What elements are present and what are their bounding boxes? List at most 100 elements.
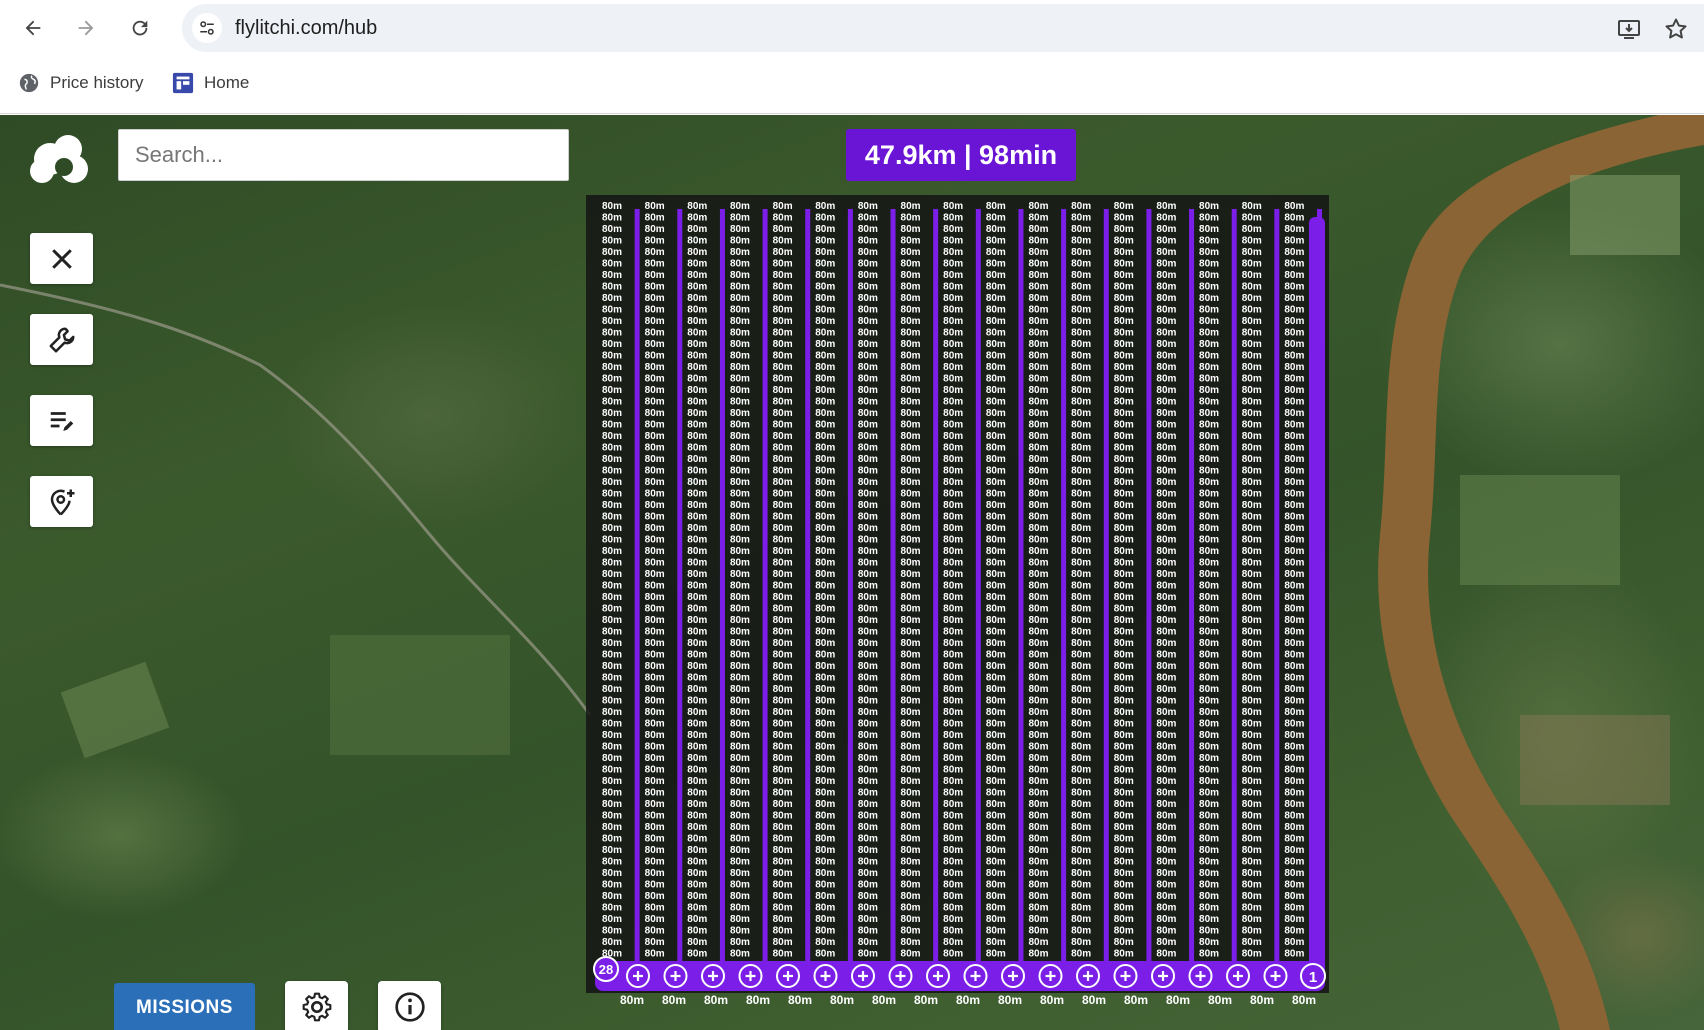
waypoint-altitude-label: 80m xyxy=(645,339,665,350)
litchi-logo[interactable] xyxy=(28,129,94,189)
waypoint-altitude-label: 80m xyxy=(943,328,963,339)
waypoint-altitude-label: 80m xyxy=(986,799,1006,810)
waypoint-altitude-label: 80m xyxy=(730,500,750,511)
waypoint-altitude-label: 80m xyxy=(602,546,622,557)
address-bar[interactable]: flylitchi.com/hub xyxy=(182,4,1704,52)
waypoint-altitude-label: 80m xyxy=(1199,282,1219,293)
install-app-icon[interactable] xyxy=(1616,16,1642,42)
bookmark-home[interactable]: Home xyxy=(172,70,249,96)
waypoint-altitude-label: 80m xyxy=(901,822,921,833)
waypoint-altitude-label: 80m xyxy=(602,857,622,868)
waypoint-altitude-label: 80m xyxy=(1028,454,1048,465)
waypoint-altitude-label: 80m xyxy=(858,477,878,488)
waypoint-altitude-label: 80m xyxy=(986,397,1006,408)
waypoint-altitude-label: 80m xyxy=(1114,857,1134,868)
waypoint-altitude-label: 80m xyxy=(602,224,622,235)
waypoint-altitude-label: 80m xyxy=(1284,477,1304,488)
waypoint-altitude-label: 80m xyxy=(901,224,921,235)
edit-waypoints-button[interactable] xyxy=(30,395,93,446)
waypoint-altitude-label: 80m xyxy=(1156,270,1176,281)
waypoint-altitude-label: 80m xyxy=(645,949,665,960)
waypoint-altitude-label: 80m xyxy=(730,201,750,212)
waypoint-altitude-label: 80m xyxy=(730,765,750,776)
waypoint-altitude-label: 80m xyxy=(687,615,707,626)
waypoint-altitude-label: 80m xyxy=(1071,684,1091,695)
waypoint-altitude-label: 80m xyxy=(1071,259,1091,270)
waypoint-altitude-label: 80m xyxy=(943,949,963,960)
info-button[interactable] xyxy=(378,981,441,1030)
waypoint-altitude-label: 80m xyxy=(1199,546,1219,557)
waypoint-altitude-label: 80m xyxy=(943,431,963,442)
waypoint-altitude-label: 80m xyxy=(943,696,963,707)
waypoint-altitude-label: 80m xyxy=(1284,684,1304,695)
waypoint-altitude-label: 80m xyxy=(901,788,921,799)
missions-button[interactable]: MISSIONS xyxy=(114,983,255,1030)
bookmark-price-history[interactable]: Price history xyxy=(18,70,144,96)
waypoint-altitude-label: 80m xyxy=(901,673,921,684)
waypoint-altitude-label: 80m xyxy=(730,627,750,638)
back-button[interactable] xyxy=(13,8,53,48)
waypoint-altitude-label: 80m xyxy=(943,305,963,316)
waypoint-altitude-label: 80m xyxy=(815,201,835,212)
waypoint-altitude-label: 80m xyxy=(1242,857,1262,868)
map-view[interactable]: 80m 80m 80m 80m 80m 80m 80m 80m 80m 80m 80m 80m 80m 8… xyxy=(0,115,1704,1030)
waypoint-altitude-label: 80m xyxy=(1199,512,1219,523)
waypoint-altitude-label: 80m xyxy=(815,730,835,741)
waypoint-altitude-label: 80m xyxy=(730,696,750,707)
reload-button[interactable] xyxy=(120,8,160,48)
waypoint-altitude-label: 80m xyxy=(773,742,793,753)
waypoint-altitude-label: 80m xyxy=(986,477,1006,488)
waypoint-altitude-label: 80m xyxy=(1114,247,1134,258)
star-icon[interactable] xyxy=(1663,16,1689,42)
waypoint-altitude-label: 80m xyxy=(1156,408,1176,419)
waypoint-altitude-label: 80m xyxy=(815,799,835,810)
forward-button[interactable] xyxy=(66,8,106,48)
waypoint-altitude-label: 80m xyxy=(1284,868,1304,879)
waypoint-altitude-label: 80m xyxy=(986,489,1006,500)
waypoint-altitude-label: 80m xyxy=(986,581,1006,592)
waypoint-altitude-label: 80m xyxy=(1284,431,1304,442)
waypoint-altitude-label: 80m xyxy=(1028,926,1048,937)
waypoint-altitude-label: 80m xyxy=(687,408,707,419)
waypoint-altitude-label: 80m xyxy=(687,224,707,235)
flight-path-line xyxy=(890,209,896,977)
settings-button[interactable] xyxy=(285,981,348,1030)
waypoint-altitude-label: 80m xyxy=(1114,558,1134,569)
waypoint-altitude-label: 80m xyxy=(1071,903,1091,914)
waypoint-altitude-label: 80m xyxy=(687,627,707,638)
search-input[interactable] xyxy=(118,129,569,181)
waypoint-altitude-label: 80m xyxy=(1284,753,1304,764)
waypoint-altitude-label: 80m xyxy=(986,466,1006,477)
waypoint-altitude-label: 80m xyxy=(1071,742,1091,753)
waypoint-altitude-label: 80m xyxy=(943,454,963,465)
waypoint-altitude-label: 80m xyxy=(1071,926,1091,937)
waypoint-altitude-label: 80m xyxy=(858,707,878,718)
waypoint-altitude-label: 80m xyxy=(986,673,1006,684)
waypoint-altitude-label: 80m xyxy=(1156,247,1176,258)
waypoint-altitude-label: 80m xyxy=(1028,753,1048,764)
waypoint-altitude-label: 80m xyxy=(1156,753,1176,764)
tools-button[interactable] xyxy=(30,314,93,365)
close-mission-button[interactable] xyxy=(30,233,93,284)
waypoint-altitude-label: 80m xyxy=(687,868,707,879)
waypoint-altitude-label: 80m xyxy=(1114,581,1134,592)
waypoint-altitude-label: 80m xyxy=(1199,477,1219,488)
waypoint-altitude-label: 80m xyxy=(943,523,963,534)
waypoint-altitude-label: 80m xyxy=(1284,546,1304,557)
waypoint-altitude-label: 80m xyxy=(1284,201,1304,212)
add-poi-button[interactable] xyxy=(30,476,93,527)
waypoint-altitude-label: 80m xyxy=(1028,742,1048,753)
waypoint-altitude-label: 80m xyxy=(1071,592,1091,603)
waypoint-altitude-label: 80m xyxy=(1242,512,1262,523)
site-info-icon[interactable] xyxy=(192,13,222,43)
waypoint-altitude-label: 80m xyxy=(1199,247,1219,258)
waypoint-altitude-label: 80m xyxy=(730,638,750,649)
flight-mission-grid[interactable]: 80m 80m 80m 80m 80m 80m 80m 80m 80m 80m 80m 80m 80m 8… xyxy=(586,195,1329,1007)
waypoint-altitude-label: 80m xyxy=(986,362,1006,373)
waypoint-altitude-label: 80m xyxy=(901,213,921,224)
waypoint-altitude-label: 80m xyxy=(815,903,835,914)
waypoint-altitude-label: 80m xyxy=(943,224,963,235)
waypoint-altitude-label: 80m xyxy=(986,604,1006,615)
waypoint-altitude-label: 80m xyxy=(773,581,793,592)
waypoint-altitude-label: 80m xyxy=(1028,891,1048,902)
